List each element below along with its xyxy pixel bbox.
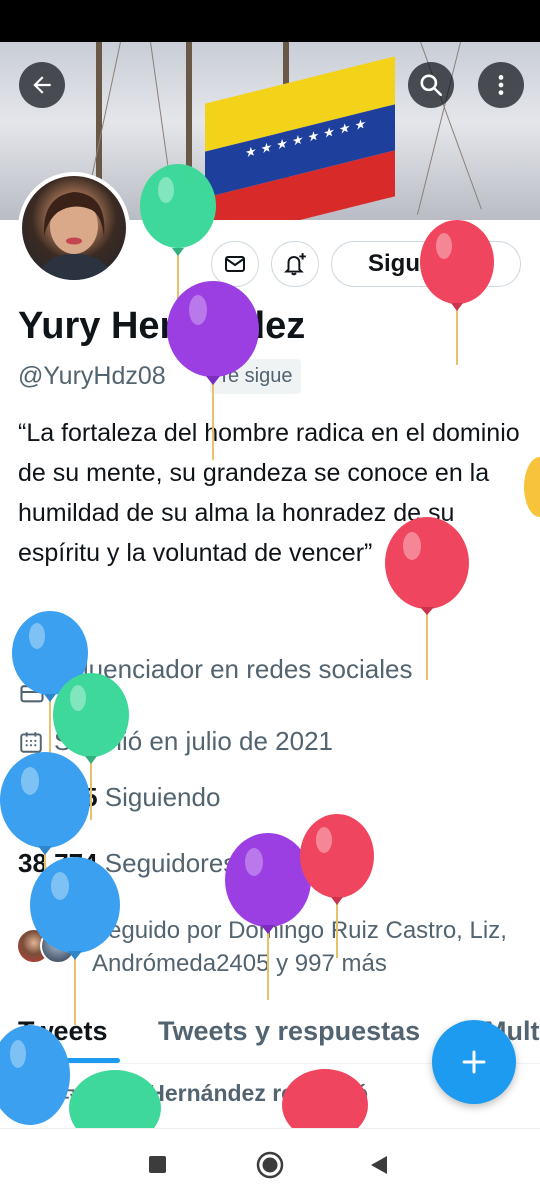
retweet-icon bbox=[57, 1088, 77, 1099]
avatar-photo bbox=[36, 192, 114, 280]
back-button[interactable] bbox=[19, 62, 65, 108]
ship-rigging bbox=[150, 42, 176, 219]
following-button[interactable]: Siguiendo bbox=[331, 241, 521, 287]
followed-by-text[interactable]: Seguido por Domingo Ruiz Castro, Liz, An… bbox=[92, 914, 522, 980]
calendar-icon bbox=[20, 731, 42, 753]
follows-you-badge: Te sigue bbox=[210, 359, 301, 394]
retweet-label: Yury Hernández retwitteó bbox=[92, 1080, 369, 1106]
following-label: Siguiendo bbox=[104, 782, 221, 812]
notifications-button[interactable] bbox=[271, 241, 319, 287]
more-options-button[interactable] bbox=[478, 62, 524, 108]
retweet-header: Yury Hernández retwitteó bbox=[56, 1080, 368, 1107]
arrow-left-icon bbox=[33, 76, 51, 94]
briefcase-icon bbox=[20, 682, 44, 703]
profile-handle: @YuryHdz08 bbox=[18, 362, 166, 390]
profile-page: ★★★★★★★★ Siguiendo Yury Hernández @YuryH… bbox=[0, 0, 540, 1200]
active-tab-indicator bbox=[18, 1058, 120, 1063]
circle-home-icon[interactable] bbox=[255, 1150, 285, 1180]
status-bar bbox=[0, 0, 540, 42]
tab-tweets[interactable]: Tweets bbox=[18, 1016, 108, 1047]
compose-tweet-button[interactable] bbox=[432, 1020, 516, 1104]
category-label: Influenciador en redes sociales bbox=[54, 653, 413, 684]
followers-label: Seguidores bbox=[104, 848, 237, 878]
avatar bbox=[40, 928, 76, 964]
bell-plus-icon bbox=[283, 253, 306, 276]
plus-icon bbox=[462, 1050, 486, 1074]
following-count: 15,235 bbox=[18, 782, 98, 812]
following-stat[interactable]: 15,235 Siguiendo bbox=[18, 782, 220, 813]
followers-count: 38,774 bbox=[18, 848, 98, 878]
ship-mast bbox=[186, 42, 192, 220]
triangle-back-icon[interactable] bbox=[368, 1154, 390, 1176]
envelope-icon bbox=[225, 256, 245, 272]
profile-joined: Se unió en julio de 2021 bbox=[18, 726, 333, 757]
balloon bbox=[0, 752, 90, 930]
profile-avatar[interactable] bbox=[18, 172, 130, 284]
more-vertical-icon bbox=[498, 75, 504, 95]
search-button[interactable] bbox=[408, 62, 454, 108]
profile-bio: “La fortaleza del hombre radica en el do… bbox=[18, 419, 520, 567]
profile-category: Influenciador en redes sociales bbox=[18, 632, 412, 706]
system-nav-bar bbox=[0, 1128, 540, 1200]
square-stop-icon[interactable] bbox=[148, 1155, 168, 1175]
profile-name: Yury Hernández bbox=[18, 305, 306, 347]
message-button[interactable] bbox=[211, 241, 259, 287]
followed-by-avatars[interactable] bbox=[16, 928, 86, 964]
search-icon bbox=[420, 74, 443, 97]
followers-stat[interactable]: 38,774 Seguidores bbox=[18, 848, 236, 879]
joined-label: Se unió en julio de 2021 bbox=[54, 726, 334, 756]
tab-tweets-and-replies[interactable]: Tweets y respuestas bbox=[158, 1016, 420, 1047]
venezuela-flag: ★★★★★★★★ bbox=[205, 56, 395, 220]
